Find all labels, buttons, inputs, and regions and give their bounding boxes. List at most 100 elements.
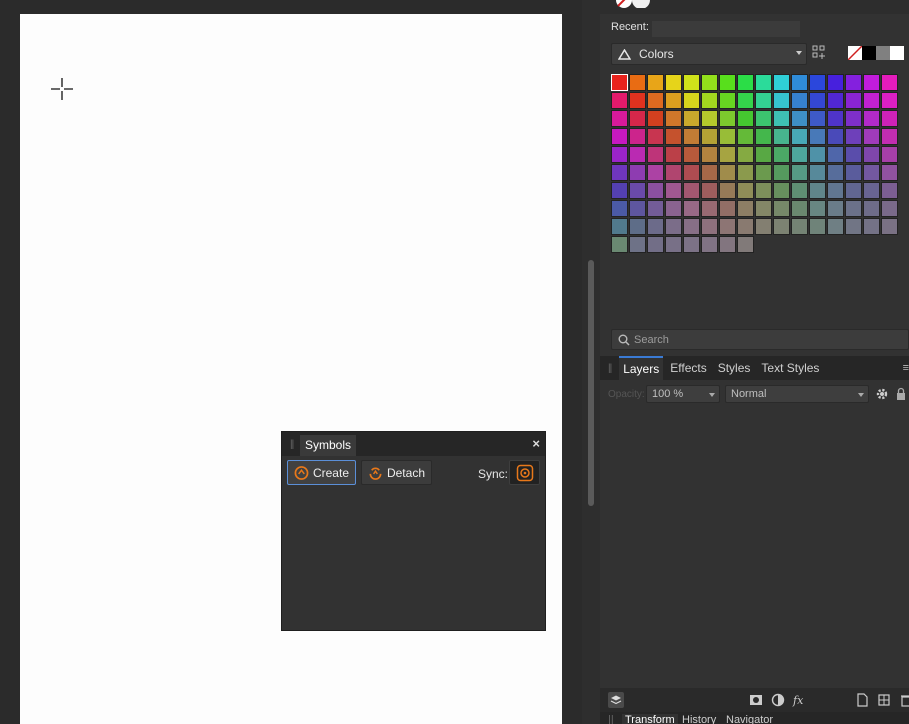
color-swatch[interactable] xyxy=(611,110,628,127)
color-swatch[interactable] xyxy=(809,110,826,127)
blend-mode-dropdown[interactable]: Normal xyxy=(725,385,869,403)
color-swatch[interactable] xyxy=(737,164,754,181)
color-swatch[interactable] xyxy=(611,164,628,181)
color-swatch[interactable] xyxy=(629,182,646,199)
tab-transform[interactable]: Transform xyxy=(622,714,678,724)
palette-options-icon[interactable] xyxy=(812,45,826,61)
color-swatch[interactable] xyxy=(863,128,880,145)
color-swatch[interactable] xyxy=(719,128,736,145)
color-swatch[interactable] xyxy=(863,146,880,163)
panel-menu-icon[interactable]: ≡ xyxy=(903,362,909,374)
color-swatch[interactable] xyxy=(755,218,772,235)
tab-styles[interactable]: Styles xyxy=(714,357,755,380)
color-swatch[interactable] xyxy=(773,128,790,145)
color-swatch[interactable] xyxy=(665,182,682,199)
color-swatch[interactable] xyxy=(629,110,646,127)
color-swatch[interactable] xyxy=(719,110,736,127)
color-swatch[interactable] xyxy=(647,218,664,235)
color-swatch[interactable] xyxy=(647,92,664,109)
color-swatch[interactable] xyxy=(791,74,808,91)
color-swatch[interactable] xyxy=(665,236,682,253)
color-swatch[interactable] xyxy=(809,92,826,109)
color-swatch[interactable] xyxy=(629,74,646,91)
color-swatch[interactable] xyxy=(773,182,790,199)
color-swatch[interactable] xyxy=(683,74,700,91)
panel-grip-icon[interactable]: || xyxy=(608,363,612,374)
color-swatch[interactable] xyxy=(683,146,700,163)
color-swatch[interactable] xyxy=(611,200,628,217)
color-swatch[interactable] xyxy=(701,218,718,235)
color-swatch[interactable] xyxy=(881,146,898,163)
color-swatch[interactable] xyxy=(629,128,646,145)
color-swatch[interactable] xyxy=(773,200,790,217)
recent-colors-strip[interactable] xyxy=(652,21,800,37)
color-swatch[interactable] xyxy=(665,164,682,181)
color-swatch[interactable] xyxy=(701,128,718,145)
color-swatch[interactable] xyxy=(737,200,754,217)
color-swatch[interactable] xyxy=(719,146,736,163)
color-swatch[interactable] xyxy=(611,236,628,253)
color-swatch[interactable] xyxy=(647,182,664,199)
color-swatch[interactable] xyxy=(773,92,790,109)
color-swatch[interactable] xyxy=(737,92,754,109)
color-swatch[interactable] xyxy=(737,146,754,163)
color-swatch[interactable] xyxy=(683,236,700,253)
color-swatch[interactable] xyxy=(683,110,700,127)
color-swatch[interactable] xyxy=(881,110,898,127)
color-swatch[interactable] xyxy=(701,92,718,109)
color-swatch[interactable] xyxy=(629,164,646,181)
sync-toggle-button[interactable] xyxy=(509,460,540,485)
color-swatch[interactable] xyxy=(611,128,628,145)
tab-effects[interactable]: Effects xyxy=(666,357,710,380)
color-swatch[interactable] xyxy=(737,236,754,253)
color-swatch[interactable] xyxy=(755,146,772,163)
color-swatch[interactable] xyxy=(827,182,844,199)
color-swatch[interactable] xyxy=(701,146,718,163)
color-swatch[interactable] xyxy=(881,128,898,145)
color-swatch[interactable] xyxy=(647,200,664,217)
color-swatch[interactable] xyxy=(773,164,790,181)
color-swatch[interactable] xyxy=(809,164,826,181)
color-swatch[interactable] xyxy=(701,236,718,253)
color-swatch[interactable] xyxy=(755,128,772,145)
color-swatch[interactable] xyxy=(845,164,862,181)
color-swatch[interactable] xyxy=(827,200,844,217)
color-swatch[interactable] xyxy=(845,146,862,163)
color-swatch[interactable] xyxy=(791,146,808,163)
color-swatch[interactable] xyxy=(737,74,754,91)
color-swatch[interactable] xyxy=(719,92,736,109)
color-swatch[interactable] xyxy=(845,200,862,217)
create-symbol-button[interactable]: Create xyxy=(287,460,356,485)
color-swatch[interactable] xyxy=(827,128,844,145)
color-swatch[interactable] xyxy=(791,200,808,217)
color-swatch[interactable] xyxy=(683,182,700,199)
color-swatch[interactable] xyxy=(629,92,646,109)
color-swatch[interactable] xyxy=(809,128,826,145)
lock-icon[interactable] xyxy=(896,387,906,401)
color-swatch[interactable] xyxy=(773,110,790,127)
color-swatch[interactable] xyxy=(863,110,880,127)
color-swatch[interactable] xyxy=(827,218,844,235)
color-swatch[interactable] xyxy=(863,164,880,181)
color-swatch[interactable] xyxy=(863,74,880,91)
color-swatch[interactable] xyxy=(665,92,682,109)
opacity-dropdown[interactable]: 100 % xyxy=(646,385,720,403)
color-swatch[interactable] xyxy=(629,146,646,163)
color-swatch[interactable] xyxy=(773,146,790,163)
color-swatch[interactable] xyxy=(755,110,772,127)
color-swatch[interactable] xyxy=(809,146,826,163)
color-swatch[interactable] xyxy=(863,200,880,217)
palette-dropdown[interactable]: Colors xyxy=(611,43,807,65)
tab-layers[interactable]: Layers xyxy=(619,355,664,381)
swatch-none[interactable] xyxy=(848,46,862,60)
color-swatch[interactable] xyxy=(737,110,754,127)
color-swatch[interactable] xyxy=(701,110,718,127)
color-swatch[interactable] xyxy=(665,74,682,91)
gear-icon[interactable] xyxy=(875,387,889,401)
color-swatch[interactable] xyxy=(719,182,736,199)
swatch-gray[interactable] xyxy=(876,46,890,60)
color-swatch[interactable] xyxy=(827,74,844,91)
color-swatch[interactable] xyxy=(647,164,664,181)
color-swatch[interactable] xyxy=(845,110,862,127)
color-swatch[interactable] xyxy=(683,128,700,145)
